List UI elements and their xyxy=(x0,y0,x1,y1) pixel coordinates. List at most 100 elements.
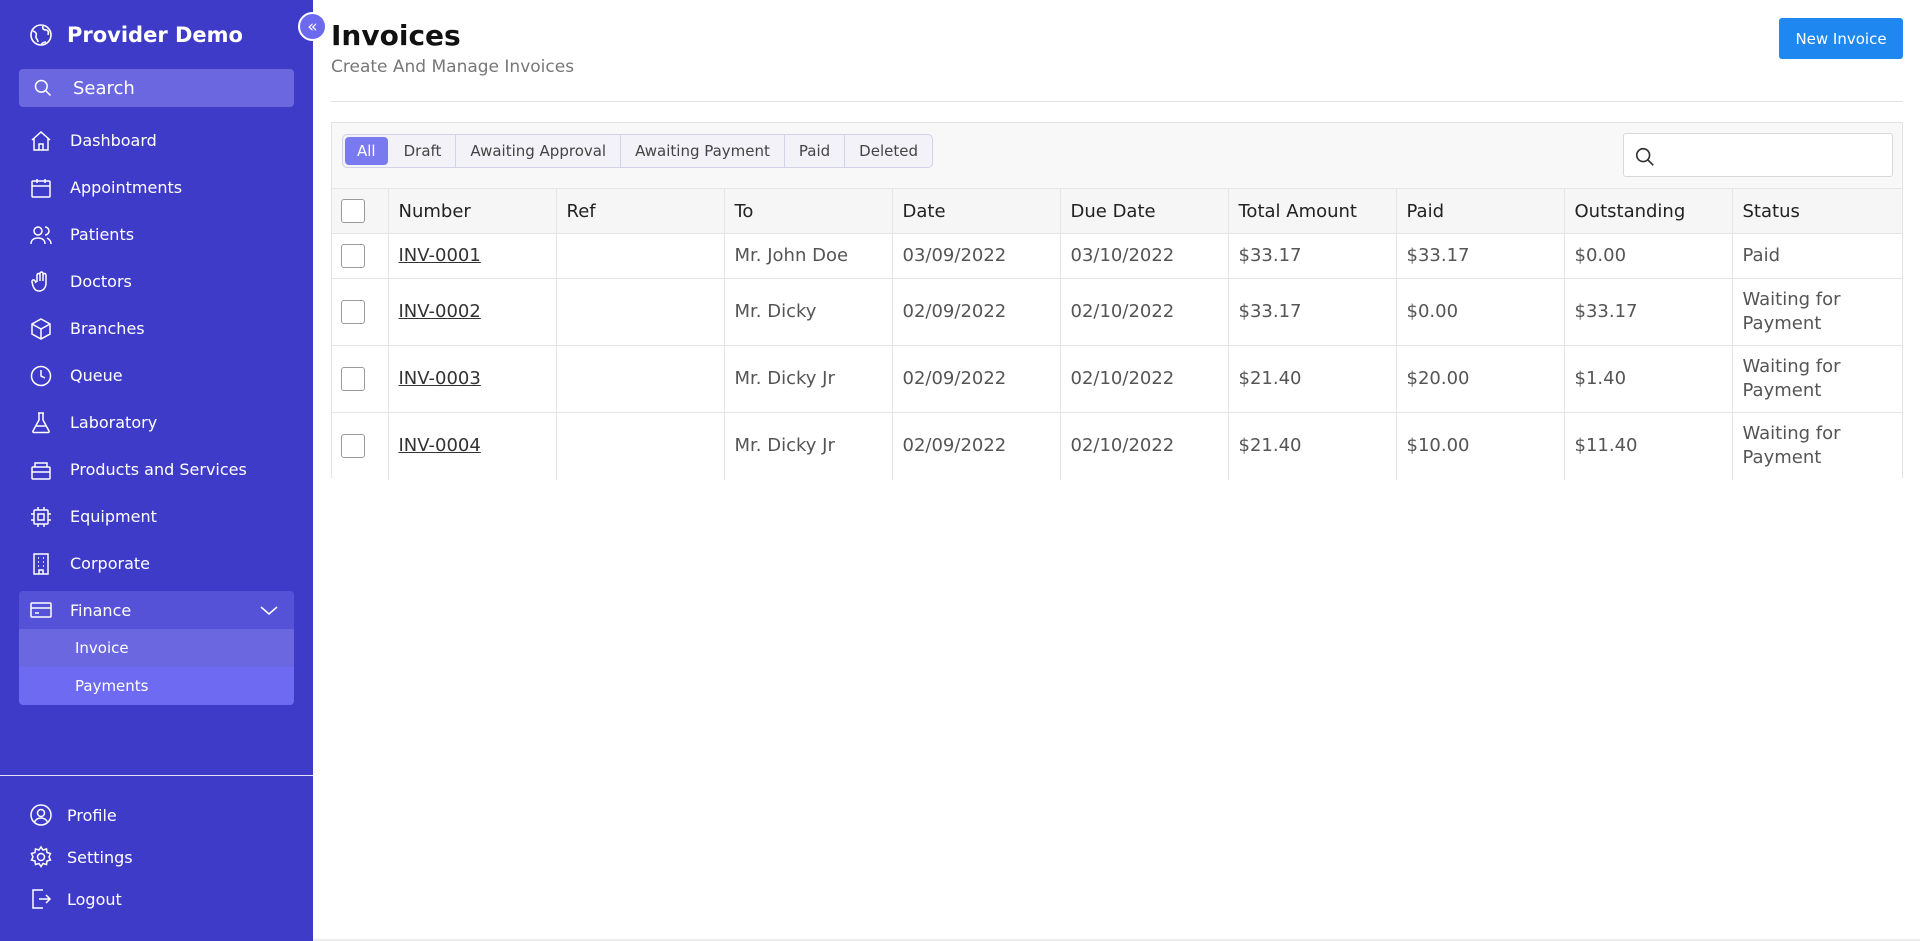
hand-icon xyxy=(31,270,47,292)
row-select-cell xyxy=(332,278,389,346)
status-cell: Waiting for Payment xyxy=(1732,278,1902,346)
paid-cell: $10.00 xyxy=(1396,412,1565,480)
main-content: Invoices Create And Manage Invoices New … xyxy=(313,0,1920,941)
total-amount-cell: $21.40 xyxy=(1228,345,1397,413)
table-row[interactable]: INV-0001 Mr. John Doe 03/09/2022 03/10/2… xyxy=(332,233,1902,279)
cube-icon xyxy=(31,317,51,340)
column-header-to[interactable]: To xyxy=(724,188,893,234)
tab-awaiting-approval[interactable]: Awaiting Approval xyxy=(456,135,622,167)
select-all-checkbox[interactable] xyxy=(341,199,365,223)
sidebar-item-label: Profile xyxy=(67,805,117,825)
invoices-table: Number Ref To Date Due Date Total Amount… xyxy=(332,188,1902,480)
tab-deleted[interactable]: Deleted xyxy=(845,135,932,167)
clock-icon xyxy=(30,365,52,386)
date-cell: 03/09/2022 xyxy=(892,233,1061,279)
box-icon xyxy=(31,461,51,480)
ref-cell xyxy=(556,412,725,480)
invoice-number-link[interactable]: INV-0001 xyxy=(399,245,481,266)
invoice-number-cell: INV-0001 xyxy=(388,233,557,279)
sidebar-item-finance[interactable]: Finance xyxy=(19,591,294,629)
table-row[interactable]: INV-0003 Mr. Dicky Jr 02/09/2022 02/10/2… xyxy=(332,345,1902,413)
chevron-down-icon xyxy=(260,606,278,615)
table-row[interactable]: INV-0004 Mr. Dicky Jr 02/09/2022 02/10/2… xyxy=(332,412,1902,480)
sidebar-item-label: Corporate xyxy=(70,554,150,573)
column-header-due-date[interactable]: Due Date xyxy=(1060,188,1229,234)
row-checkbox[interactable] xyxy=(341,244,365,268)
status-cell: Waiting for Payment xyxy=(1732,412,1902,480)
sidebar: Provider Demo Search Dashboard Appointme… xyxy=(0,0,313,941)
brand[interactable]: Provider Demo xyxy=(29,20,243,50)
row-checkbox[interactable] xyxy=(341,367,365,391)
row-select-cell xyxy=(332,345,389,413)
sidebar-item-queue[interactable]: Queue xyxy=(19,352,294,399)
column-header-ref[interactable]: Ref xyxy=(556,188,725,234)
table-search-input[interactable] xyxy=(1623,133,1893,177)
sidebar-item-branches[interactable]: Branches xyxy=(19,305,294,352)
sidebar-subitem-payments[interactable]: Payments xyxy=(19,667,294,705)
date-cell: 02/09/2022 xyxy=(892,278,1061,346)
to-cell: Mr. John Doe xyxy=(724,233,893,279)
page-title: Invoices xyxy=(331,19,461,52)
app-name: Provider Demo xyxy=(67,23,243,47)
sidebar-item-label: Branches xyxy=(70,319,145,338)
row-checkbox[interactable] xyxy=(341,300,365,324)
row-select-cell xyxy=(332,412,389,480)
sidebar-item-label: Queue xyxy=(70,366,123,385)
column-header-total-amount[interactable]: Total Amount xyxy=(1228,188,1397,234)
invoice-number-link[interactable]: INV-0004 xyxy=(399,435,481,456)
to-cell: Mr. Dicky Jr xyxy=(724,412,893,480)
invoice-number-link[interactable]: INV-0003 xyxy=(399,368,481,389)
paid-cell: $20.00 xyxy=(1396,345,1565,413)
outstanding-cell: $1.40 xyxy=(1564,345,1733,413)
new-invoice-button[interactable]: New Invoice xyxy=(1779,18,1903,59)
tab-paid[interactable]: Paid xyxy=(785,135,846,167)
date-cell: 02/09/2022 xyxy=(892,345,1061,413)
sidebar-search[interactable]: Search xyxy=(19,69,294,107)
sidebar-item-corporate[interactable]: Corporate xyxy=(19,540,294,587)
column-header-outstanding[interactable]: Outstanding xyxy=(1564,188,1733,234)
column-header-date[interactable]: Date xyxy=(892,188,1061,234)
cpu-icon xyxy=(31,506,51,527)
invoice-number-link[interactable]: INV-0002 xyxy=(399,301,481,322)
row-checkbox[interactable] xyxy=(341,434,365,459)
sidebar-item-equipment[interactable]: Equipment xyxy=(19,493,294,540)
column-header-paid[interactable]: Paid xyxy=(1396,188,1565,234)
invoice-number-cell: INV-0003 xyxy=(388,345,557,413)
credit-card-icon xyxy=(30,602,52,618)
tab-all[interactable]: All xyxy=(345,137,388,165)
sidebar-bottom-nav: Profile Settings Logout xyxy=(29,794,133,920)
invoice-number-cell: INV-0002 xyxy=(388,278,557,346)
row-select-cell xyxy=(332,233,389,279)
logout-icon xyxy=(32,889,52,909)
sidebar-item-label: Finance xyxy=(70,600,132,620)
home-icon xyxy=(31,130,51,151)
flask-icon xyxy=(32,411,50,433)
due-date-cell: 02/10/2022 xyxy=(1060,278,1229,346)
sidebar-subitem-label: Payments xyxy=(75,677,149,695)
sidebar-item-dashboard[interactable]: Dashboard xyxy=(19,117,294,164)
sidebar-item-products-and-services[interactable]: Products and Services xyxy=(19,446,294,493)
table-row[interactable]: INV-0002 Mr. Dicky 02/09/2022 02/10/2022… xyxy=(332,278,1902,346)
total-amount-cell: $33.17 xyxy=(1228,233,1397,279)
sidebar-item-profile[interactable]: Profile xyxy=(29,794,133,836)
sidebar-item-appointments[interactable]: Appointments xyxy=(19,164,294,211)
user-circle-icon xyxy=(30,804,52,826)
sidebar-item-settings[interactable]: Settings xyxy=(29,836,133,878)
sidebar-item-logout[interactable]: Logout xyxy=(29,878,133,920)
collapse-sidebar-button[interactable]: « xyxy=(298,12,327,41)
sidebar-item-patients[interactable]: Patients xyxy=(19,211,294,258)
sidebar-item-doctors[interactable]: Doctors xyxy=(19,258,294,305)
column-header-status[interactable]: Status xyxy=(1732,188,1902,234)
sidebar-item-label: Appointments xyxy=(70,178,183,197)
sidebar-item-laboratory[interactable]: Laboratory xyxy=(19,399,294,446)
sidebar-subitem-invoice[interactable]: Invoice xyxy=(19,629,294,667)
tab-awaiting-payment[interactable]: Awaiting Payment xyxy=(621,135,785,167)
due-date-cell: 02/10/2022 xyxy=(1060,345,1229,413)
invoice-number-cell: INV-0004 xyxy=(388,412,557,480)
tab-draft[interactable]: Draft xyxy=(390,135,457,167)
total-amount-cell: $21.40 xyxy=(1228,412,1397,480)
search-icon xyxy=(1635,147,1654,166)
sidebar-item-label: Products and Services xyxy=(70,460,247,479)
users-icon xyxy=(30,225,52,244)
column-header-number[interactable]: Number xyxy=(388,188,557,234)
